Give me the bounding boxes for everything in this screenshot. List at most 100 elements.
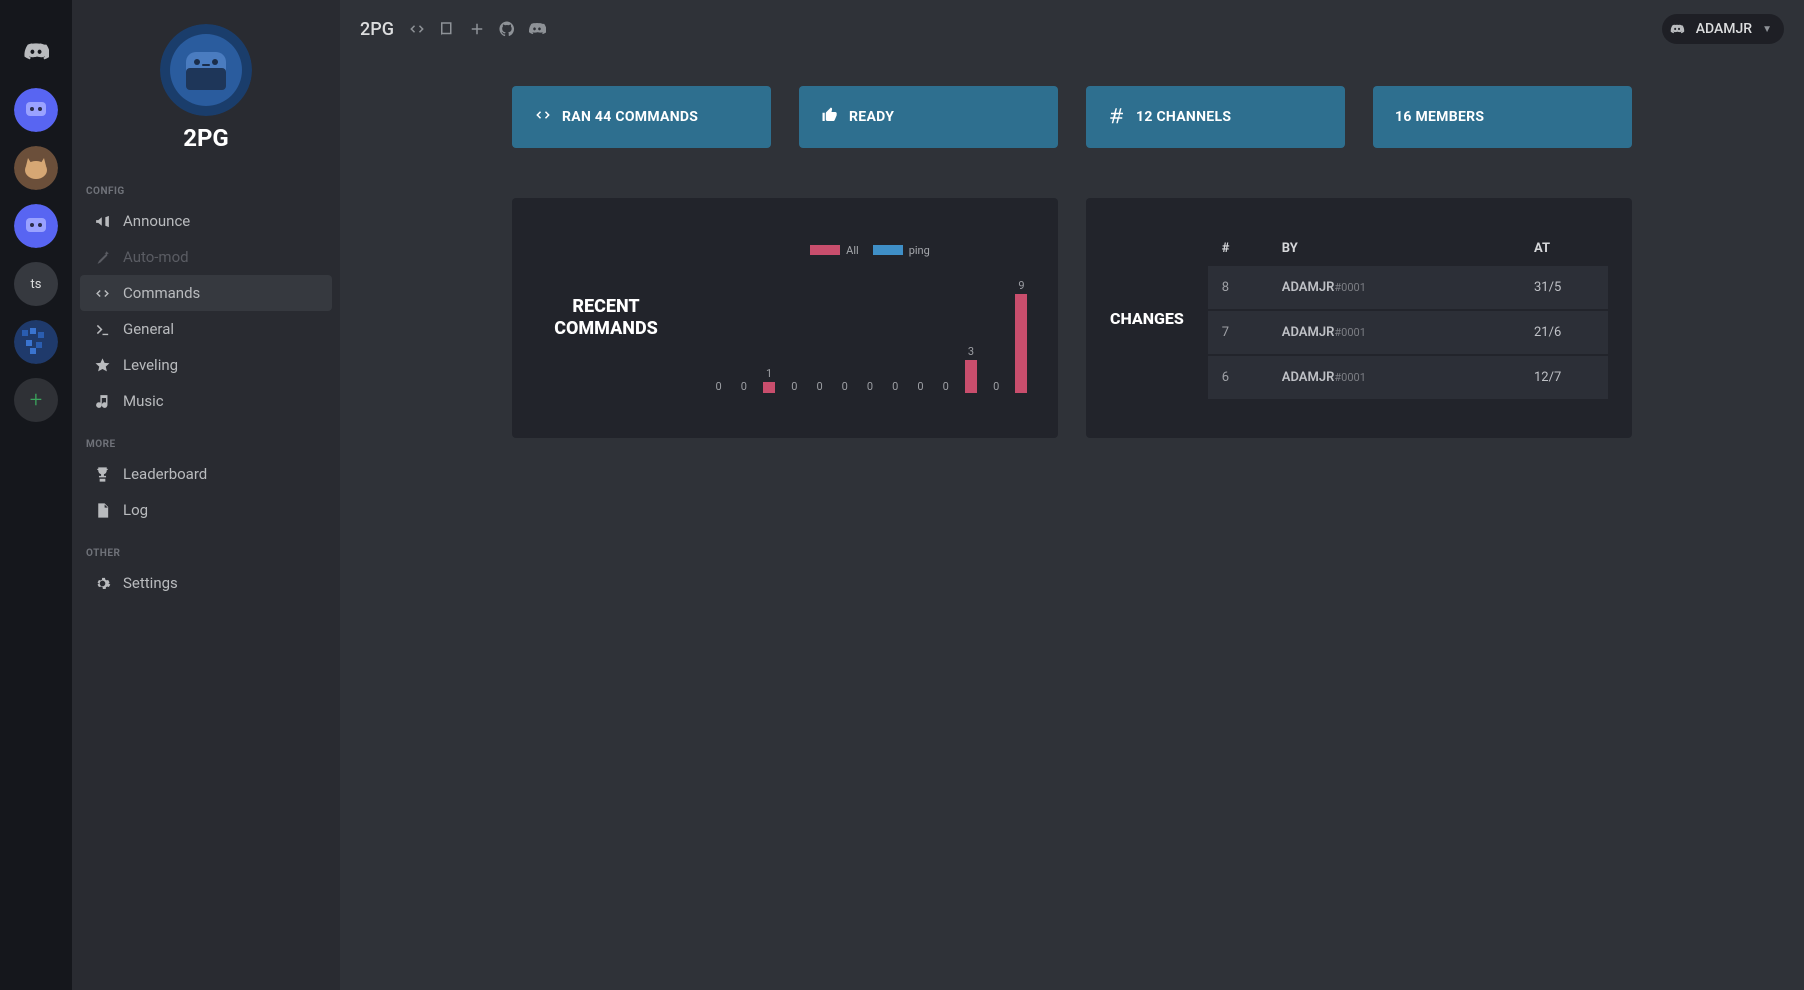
bar-slot: 0	[706, 263, 731, 393]
hash-icon	[1108, 106, 1126, 128]
wand-icon	[94, 249, 111, 266]
music-icon	[94, 393, 111, 410]
nav-item-label: General	[123, 320, 174, 338]
bot-hero-avatar	[160, 24, 252, 116]
bar-slot: 9	[1009, 263, 1034, 393]
github-icon[interactable]	[498, 20, 516, 38]
changes-header-idx: #	[1222, 241, 1282, 256]
bar-slot: 0	[908, 263, 933, 393]
changes-table: # BY AT 8ADAMJR#000131/57ADAMJR#000121/6…	[1208, 235, 1608, 401]
bar-slot: 0	[857, 263, 882, 393]
changes-row[interactable]: 8ADAMJR#000131/5	[1208, 266, 1608, 309]
bar-slot: 0	[933, 263, 958, 393]
topbar: 2PG ADAMJR ▼	[340, 0, 1804, 58]
nav-item-commands[interactable]: Commands	[80, 275, 332, 311]
chevron-down-icon: ▼	[1762, 24, 1772, 35]
bar	[763, 382, 775, 393]
stat-label: 16 MEMBERS	[1395, 109, 1484, 125]
user-menu[interactable]: ADAMJR ▼	[1662, 14, 1784, 44]
bar	[965, 360, 977, 393]
chart-legend: Allping	[706, 244, 1034, 257]
legend-swatch	[873, 245, 903, 255]
book-icon[interactable]	[438, 20, 456, 38]
nav-item-leveling[interactable]: Leveling	[80, 347, 332, 383]
bar-value-label: 0	[892, 380, 898, 393]
bar-value-label: 1	[766, 367, 772, 380]
nav-item-label: Leveling	[123, 356, 178, 374]
rail-server-ts[interactable]: ts	[14, 262, 58, 306]
server-rail: ts +	[0, 0, 72, 990]
stat-label: RAN 44 COMMANDS	[562, 109, 698, 125]
plus-icon[interactable]	[468, 20, 486, 38]
changes-panel: CHANGES # BY AT 8ADAMJR#000131/57ADAMJR#…	[1086, 198, 1632, 438]
cat-avatar-icon	[14, 146, 58, 190]
trophy-icon	[94, 466, 111, 483]
rail-home[interactable]	[14, 30, 58, 74]
megaphone-icon	[94, 213, 111, 230]
bar-value-label: 3	[968, 345, 974, 358]
stat-label: 12 CHANNELS	[1136, 109, 1231, 125]
bar-value-label: 0	[993, 380, 999, 393]
code-icon	[534, 106, 552, 128]
rail-server-cat[interactable]	[14, 146, 58, 190]
nav-item-announce[interactable]: Announce	[80, 203, 332, 239]
mosaic-icon	[14, 320, 58, 364]
changes-row[interactable]: 6ADAMJR#000112/7	[1208, 356, 1608, 399]
rail-server-blue[interactable]	[14, 320, 58, 364]
legend-label: All	[846, 244, 859, 257]
bar-slot: 3	[958, 263, 983, 393]
nav-item-label: Commands	[123, 284, 200, 302]
legend-swatch	[810, 245, 840, 255]
code-icon	[94, 285, 111, 302]
nav-item-label: Auto-mod	[123, 248, 189, 266]
nav-item-settings[interactable]: Settings	[80, 565, 332, 601]
nav-item-label: Music	[123, 392, 164, 410]
nav-item-label: Announce	[123, 212, 190, 230]
stat-card: 16 MEMBERS	[1373, 86, 1632, 148]
bar-value-label: 0	[791, 380, 797, 393]
page-title: 2PG	[360, 19, 394, 40]
user-name: ADAMJR	[1696, 21, 1752, 37]
bot-avatar-icon	[14, 204, 58, 248]
bar-slot: 0	[807, 263, 832, 393]
nav-item-general[interactable]: General	[80, 311, 332, 347]
bar-slot: 0	[883, 263, 908, 393]
nav-item-label: Settings	[123, 574, 178, 592]
code-icon[interactable]	[408, 20, 426, 38]
bar-slot: 0	[832, 263, 857, 393]
changes-header-at: AT	[1534, 241, 1594, 256]
bar-slot: 0	[782, 263, 807, 393]
nav-item-log[interactable]: Log	[80, 492, 332, 528]
changes-row[interactable]: 7ADAMJR#000121/6	[1208, 311, 1608, 354]
bar-value-label: 0	[867, 380, 873, 393]
nav-item-music[interactable]: Music	[80, 383, 332, 419]
change-by: ADAMJR#0001	[1282, 370, 1534, 385]
nav-section-label: MORE	[72, 419, 340, 456]
nav-section-label: OTHER	[72, 528, 340, 565]
change-idx: 8	[1222, 280, 1282, 295]
nav-item-label: Leaderboard	[123, 465, 207, 483]
nav-item-auto-mod[interactable]: Auto-mod	[80, 239, 332, 275]
bar-value-label: 0	[816, 380, 822, 393]
bar-value-label: 9	[1018, 279, 1024, 292]
nav-section-label: CONFIG	[72, 166, 340, 203]
bar-value-label: 0	[842, 380, 848, 393]
rail-server-bot2[interactable]	[14, 204, 58, 248]
change-at: 12/7	[1534, 370, 1594, 385]
change-idx: 7	[1222, 325, 1282, 340]
thumb-icon	[821, 106, 839, 128]
rail-server-bot[interactable]	[14, 88, 58, 132]
change-by: ADAMJR#0001	[1282, 280, 1534, 295]
bar-slot: 1	[756, 263, 781, 393]
rail-add-server[interactable]: +	[14, 378, 58, 422]
legend-item: All	[810, 244, 859, 257]
change-at: 31/5	[1534, 280, 1594, 295]
topbar-icons	[408, 20, 546, 38]
sidebar-hero: 2PG	[72, 0, 340, 166]
bar-value-label: 0	[943, 380, 949, 393]
bot-avatar-icon	[14, 88, 58, 132]
nav-item-leaderboard[interactable]: Leaderboard	[80, 456, 332, 492]
stat-card: 12 CHANNELS	[1086, 86, 1345, 148]
discord-icon[interactable]	[528, 20, 546, 38]
recent-commands-chart: 0010000000309	[706, 263, 1034, 393]
